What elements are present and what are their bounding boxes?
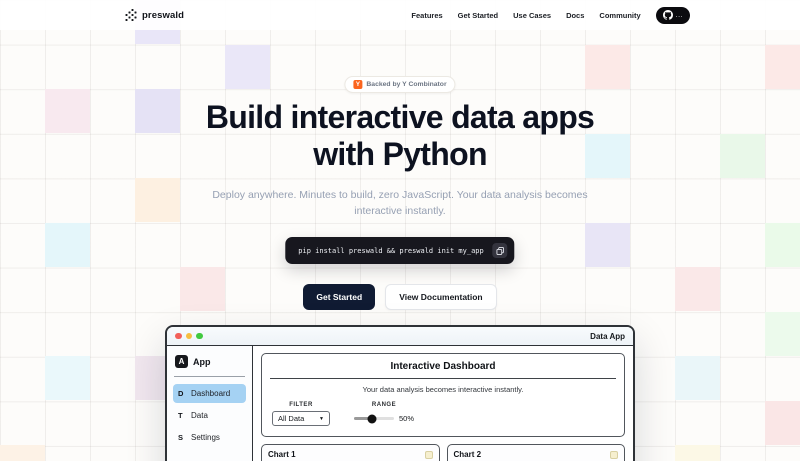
sidebar-app-label: App (193, 357, 211, 367)
range-row: 50% (354, 411, 414, 426)
background-tile (45, 356, 90, 400)
install-command-pill: pip install preswald && preswald init my… (285, 237, 514, 264)
brand-name: preswald (142, 10, 184, 21)
chart-action-icon[interactable] (610, 451, 618, 459)
background-tile (585, 45, 630, 89)
background-tile (765, 223, 800, 267)
background-tile (765, 401, 800, 445)
cta-row: Get Started View Documentation (0, 284, 800, 310)
sidebar-item-label: Data (191, 411, 208, 420)
chart-title: Chart 2 (454, 450, 482, 459)
range-value: 50% (399, 414, 414, 423)
landing-page: preswald Features Get Started Use Cases Doc… (0, 0, 800, 461)
top-navbar: preswald Features Get Started Use Cases Doc… (0, 0, 800, 30)
y-combinator-icon: Y (353, 80, 362, 89)
nav-link-use-cases[interactable]: Use Cases (513, 11, 551, 20)
yc-badge: Y Backed by Y Combinator (344, 76, 455, 93)
copy-button[interactable] (493, 243, 508, 258)
range-label: RANGE (372, 402, 396, 408)
chart-header: Chart 2 (454, 450, 619, 459)
filter-label: FILTER (289, 402, 313, 408)
background-tile (585, 223, 630, 267)
range-group: RANGE 50% (354, 402, 414, 426)
background-tile (765, 45, 800, 89)
background-tile (765, 312, 800, 356)
nav-link-docs[interactable]: Docs (566, 11, 584, 20)
chart-header: Chart 1 (268, 450, 433, 459)
dashboard-icon: D (178, 389, 185, 398)
close-icon[interactable] (175, 333, 182, 340)
data-icon: T (178, 411, 185, 420)
background-tile (675, 356, 720, 400)
github-icon (663, 10, 673, 20)
charts-row: Chart 1 Chart 2 (261, 444, 625, 461)
maximize-icon[interactable] (196, 333, 203, 340)
filter-group: FILTER All Data ▼ (272, 402, 330, 426)
sidebar-item-label: Settings (191, 433, 220, 442)
github-stars-label: ... (676, 12, 683, 19)
copy-icon (496, 247, 504, 255)
page-title: Build interactive data apps with Python (0, 99, 800, 173)
range-slider-thumb[interactable] (368, 414, 377, 423)
sidebar-item-settings[interactable]: S Settings (173, 428, 246, 447)
chart-card-chart-1: Chart 1 (261, 444, 440, 461)
window-titlebar[interactable]: Data App (167, 327, 633, 346)
chart-card-chart-2: Chart 2 (447, 444, 626, 461)
nav-link-community[interactable]: Community (599, 11, 640, 20)
dashboard-divider (270, 378, 616, 379)
background-tile (45, 223, 90, 267)
preswald-logo-icon (125, 9, 137, 21)
view-documentation-button[interactable]: View Documentation (385, 284, 496, 310)
sidebar-item-label: Dashboard (191, 389, 230, 398)
filter-selected-value: All Data (278, 414, 304, 423)
install-command: pip install preswald && preswald init my… (298, 247, 483, 255)
title-line-2: with Python (0, 136, 800, 173)
brand[interactable]: preswald (125, 0, 184, 30)
background-tile (0, 445, 45, 461)
window-title: Data App (590, 332, 625, 341)
sidebar-item-dashboard[interactable]: D Dashboard (173, 384, 246, 403)
background-tile (135, 178, 180, 222)
hero-subtitle: Deploy anywhere. Minutes to build, zero … (195, 187, 605, 219)
background-tile (675, 445, 720, 461)
window-body: A App D Dashboard T Data S Settings Interacti… (167, 346, 633, 461)
settings-icon: S (178, 433, 185, 442)
filter-select[interactable]: All Data ▼ (272, 411, 330, 426)
demo-app-window: Data App A App D Dashboard T Data S Settings … (165, 325, 635, 461)
sidebar-item-data[interactable]: T Data (173, 406, 246, 425)
nav-links: Features Get Started Use Cases Docs Communit… (411, 0, 690, 30)
nav-link-get-started[interactable]: Get Started (458, 11, 498, 20)
dashboard-controls: FILTER All Data ▼ RANGE (272, 402, 624, 426)
app-logo-icon: A (175, 355, 188, 368)
sidebar-divider (174, 376, 245, 377)
github-button[interactable]: ... (656, 7, 690, 24)
chart-title: Chart 1 (268, 450, 296, 459)
dashboard-card: Interactive Dashboard Your data analysis… (261, 353, 625, 437)
title-line-1: Build interactive data apps (0, 99, 800, 136)
background-tile (225, 45, 270, 89)
minimize-icon[interactable] (186, 333, 193, 340)
sidebar-items: D Dashboard T Data S Settings (173, 384, 246, 447)
dashboard-title: Interactive Dashboard (262, 361, 624, 372)
nav-link-features[interactable]: Features (411, 11, 442, 20)
sidebar-app-header: A App (175, 355, 246, 368)
dashboard-subtitle: Your data analysis becomes interactive i… (262, 385, 624, 394)
chevron-down-icon: ▼ (319, 416, 324, 422)
get-started-button[interactable]: Get Started (303, 284, 375, 310)
range-slider[interactable] (354, 417, 394, 420)
app-sidebar: A App D Dashboard T Data S Settings (167, 346, 253, 461)
yc-badge-text: Backed by Y Combinator (366, 81, 446, 88)
chart-action-icon[interactable] (425, 451, 433, 459)
app-main-area: Interactive Dashboard Your data analysis… (253, 346, 633, 461)
traffic-lights (175, 333, 203, 340)
